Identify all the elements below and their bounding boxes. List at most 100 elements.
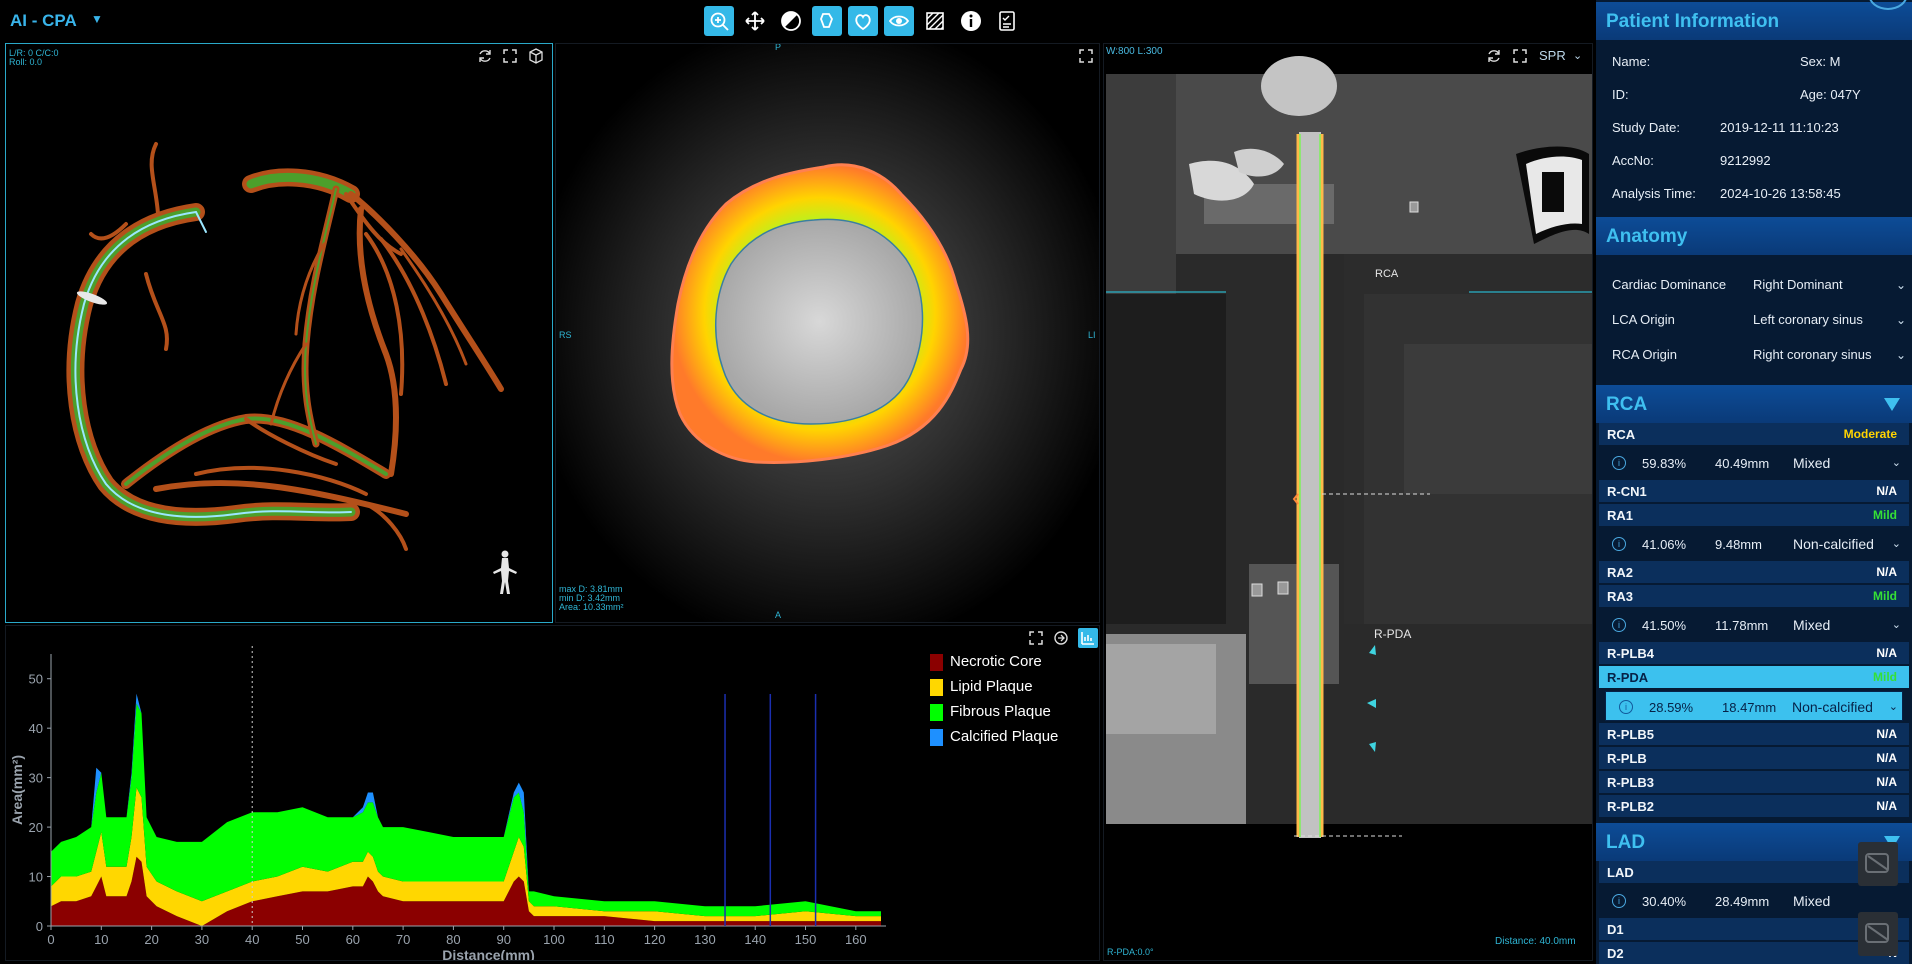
segment-row-r-plb2[interactable]: R-PLB2 N/A	[1599, 795, 1909, 817]
chevron-down-icon[interactable]: ⌄	[1573, 49, 1582, 62]
y-tick-label: 50	[29, 672, 43, 687]
segment-row-r-plb3[interactable]: R-PLB3 N/A	[1599, 771, 1909, 793]
coronary-tree-render	[66, 142, 517, 594]
plaque-type-select[interactable]: Non-calcified	[1792, 699, 1873, 715]
y-axis-label: Area(mm²)	[9, 755, 25, 825]
segment-row-ra2[interactable]: RA2 N/A	[1599, 561, 1909, 583]
vessel-3d-viewport[interactable]: L/R: 0 C/C:0 Roll: 0.0	[5, 43, 553, 623]
report-icon[interactable]	[992, 6, 1022, 36]
segment-row-ra1[interactable]: RA1 Mild	[1599, 504, 1909, 526]
plaque-type-select[interactable]: Mixed	[1793, 893, 1830, 909]
info-icon[interactable]	[956, 6, 986, 36]
segment-status: Mild	[1873, 508, 1897, 522]
plaque-type-select[interactable]: Non-calcified	[1793, 536, 1874, 552]
x-tick-label: 40	[245, 932, 259, 947]
chevron-down-icon[interactable]: ▼	[91, 12, 103, 26]
plaque-composition-chart[interactable]: 0 10 20 30 40 50 60 70 80 90 100 110 120 130 140 150 160…	[5, 625, 1100, 961]
plaque-type-select[interactable]: Mixed	[1793, 455, 1830, 471]
segment-row-r-plb5[interactable]: R-PLB5 N/A	[1599, 723, 1909, 745]
lca-origin-select[interactable]: Left coronary sinus	[1753, 312, 1863, 327]
legend-label: Lipid Plaque	[950, 678, 1033, 695]
analysis-time-value: 2024-10-26 13:58:45	[1720, 186, 1841, 201]
x-tick-label: 50	[295, 932, 309, 947]
window-level-icon[interactable]	[776, 6, 806, 36]
info-icon[interactable]: i	[1612, 537, 1626, 551]
chevron-down-icon[interactable]: ⌄	[1889, 700, 1898, 713]
anatomy-title: Anatomy	[1606, 226, 1688, 247]
info-icon[interactable]: i	[1612, 456, 1626, 470]
legend-label: Necrotic Core	[950, 653, 1042, 670]
chevron-down-icon[interactable]: ⌄	[1896, 348, 1906, 362]
pan-tool-icon[interactable]	[740, 6, 770, 36]
legend-swatch-calcified	[930, 729, 943, 746]
lesion-detail-rca[interactable]: i 59.83% 40.49mm Mixed ⌄	[1599, 448, 1909, 478]
cardiac-dominance-select[interactable]: Right Dominant	[1753, 277, 1843, 292]
cpr-mode-select[interactable]: SPR	[1539, 48, 1566, 63]
study-date-label: Study Date:	[1612, 120, 1680, 135]
lesion-detail-r-pda[interactable]: i 28.59% 18.47mm Non-calcified ⌄	[1605, 691, 1903, 721]
orient-right-label: LI	[1088, 330, 1096, 340]
body-orientation-icon	[493, 550, 517, 594]
anatomy-header[interactable]: Anatomy	[1596, 217, 1912, 255]
cpr-segment-label: R-PDA	[1374, 627, 1412, 641]
patient-id-label: ID:	[1612, 87, 1629, 102]
x-tick-label: 10	[94, 932, 108, 947]
patient-info-title: Patient Information	[1606, 11, 1780, 32]
app-title[interactable]: AI - CPA	[10, 11, 77, 31]
chevron-down-icon[interactable]: ⌄	[1892, 456, 1901, 469]
segment-status: N/A	[1876, 646, 1897, 660]
cross-section-viewport[interactable]: P A RS LI max D: 3.81mm min D: 3.42mm Ar…	[555, 43, 1100, 623]
y-tick-label: 20	[29, 820, 43, 835]
segment-row-r-plb[interactable]: R-PLB N/A	[1599, 747, 1909, 769]
x-tick-label: 80	[446, 932, 460, 947]
x-tick-label: 70	[396, 932, 410, 947]
orient-top-label: P	[775, 43, 782, 52]
cpr-vessel-label: RCA	[1375, 268, 1399, 280]
chevron-down-icon[interactable]: ⌄	[1892, 618, 1901, 631]
info-icon[interactable]: i	[1612, 894, 1626, 908]
hatch-tool-icon[interactable]	[920, 6, 950, 36]
side-tool-button-1[interactable]	[1858, 842, 1898, 886]
segment-row-rca[interactable]: RCA Moderate	[1599, 423, 1909, 445]
info-icon[interactable]: i	[1612, 618, 1626, 632]
segment-status: N/A	[1876, 799, 1897, 813]
rca-origin-label: RCA Origin	[1612, 347, 1678, 362]
segment-row-r-pda[interactable]: R-PDA Mild	[1599, 666, 1909, 688]
fullscreen-icon[interactable]	[1078, 48, 1094, 64]
segment-status: Mild	[1873, 589, 1897, 603]
rca-section-header[interactable]: RCA	[1596, 385, 1912, 423]
chevron-down-icon[interactable]: ⌄	[1896, 278, 1906, 292]
side-tool-button-2[interactable]	[1858, 912, 1898, 956]
window-level-readout: W:800 L:300	[1106, 46, 1163, 57]
heart-tool-icon[interactable]	[848, 6, 878, 36]
y-tick-label: 40	[29, 721, 43, 736]
roi-tool-icon[interactable]	[812, 6, 842, 36]
lesion-detail-ra1[interactable]: i 41.06% 9.48mm Non-calcified ⌄	[1599, 529, 1909, 559]
segment-row-r-plb4[interactable]: R-PLB4 N/A	[1599, 642, 1909, 664]
chevron-down-icon[interactable]: ⌄	[1896, 313, 1906, 327]
segment-row-r-cn1[interactable]: R-CN1 N/A	[1599, 480, 1909, 502]
x-tick-label: 0	[47, 932, 54, 947]
reset-icon[interactable]	[1486, 48, 1502, 64]
toolbar	[704, 6, 1022, 36]
chevron-down-icon[interactable]: ⌄	[1892, 537, 1901, 550]
collapse-triangle-icon[interactable]	[1884, 398, 1900, 411]
patient-sex: Sex: M	[1800, 54, 1841, 69]
cpr-viewport[interactable]: W:800 L:300 SPR ⌄ RCA R-PDA R-PDA:0.0° D…	[1103, 43, 1593, 961]
segment-status: N/A	[1876, 484, 1897, 498]
rca-origin-select[interactable]: Right coronary sinus	[1753, 347, 1872, 362]
legend-label: Calcified Plaque	[950, 728, 1059, 745]
patient-info-header[interactable]: Patient Information	[1596, 2, 1912, 40]
area-stat: Area: 10.33mm²	[559, 602, 624, 612]
visibility-tool-icon[interactable]	[884, 6, 914, 36]
x-tick-label: 90	[496, 932, 510, 947]
info-icon[interactable]: i	[1619, 700, 1633, 714]
fullscreen-icon[interactable]	[1512, 48, 1528, 64]
segment-status: N/A	[1876, 775, 1897, 789]
orient-bottom-label: A	[775, 610, 782, 620]
distance-readout: Distance: 40.0mm	[1495, 936, 1576, 947]
lesion-detail-ra3[interactable]: i 41.50% 11.78mm Mixed ⌄	[1599, 610, 1909, 640]
plaque-type-select[interactable]: Mixed	[1793, 617, 1830, 633]
zoom-tool-icon[interactable]	[704, 6, 734, 36]
segment-row-ra3[interactable]: RA3 Mild	[1599, 585, 1909, 607]
